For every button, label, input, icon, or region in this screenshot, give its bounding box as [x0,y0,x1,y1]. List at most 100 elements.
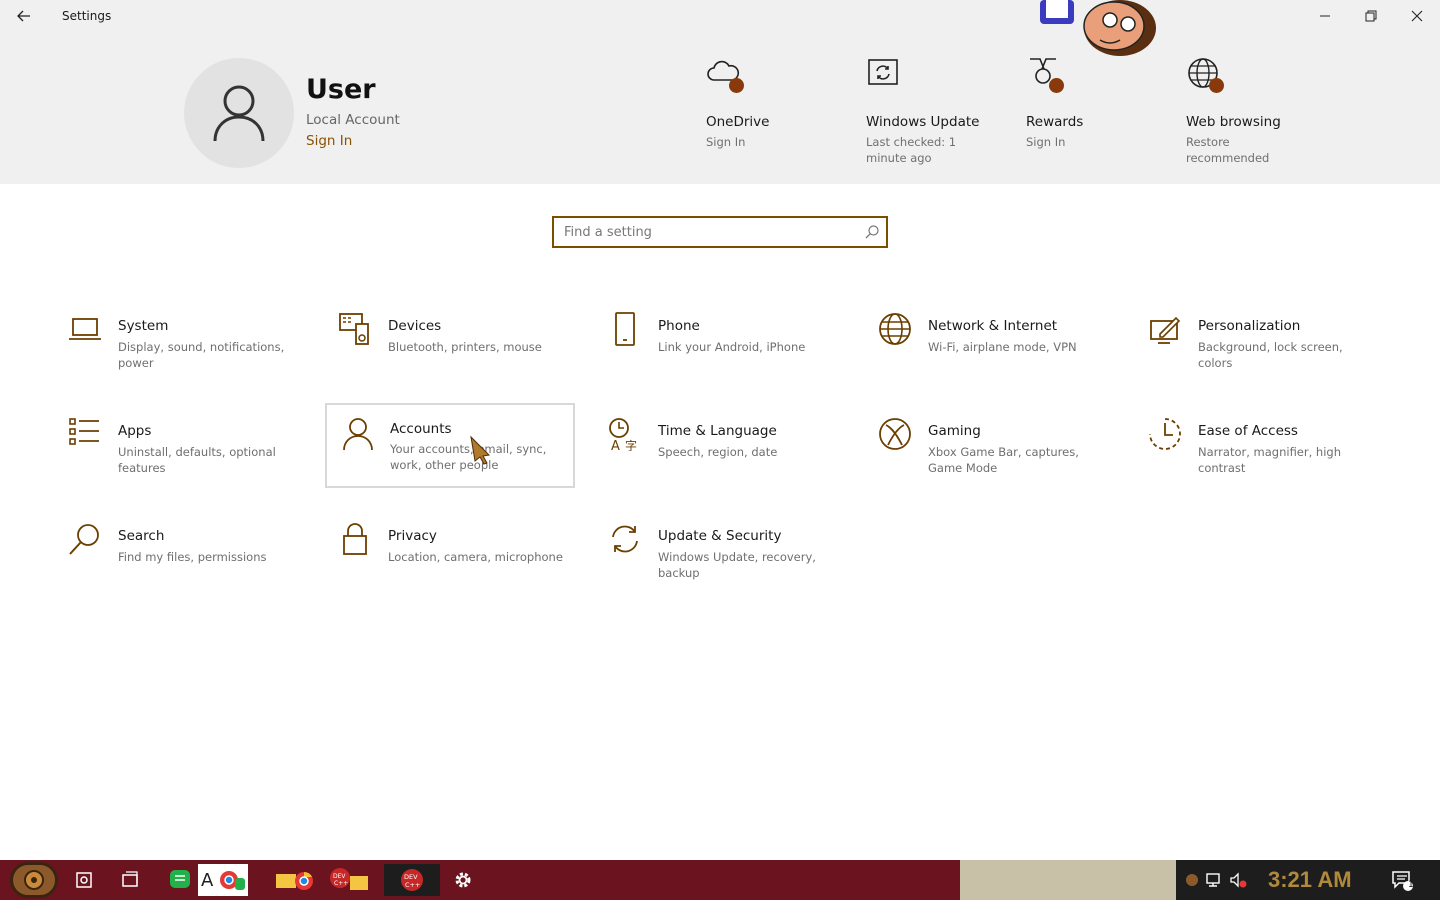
phone-icon [615,312,635,346]
lock-icon [343,523,367,555]
sync-icon [612,525,638,553]
gear-icon [455,872,471,888]
service-subtitle: Restore recommended [1186,135,1270,165]
search-input[interactable] [554,218,854,246]
status-dot [1049,78,1064,93]
category-description: Xbox Game Bar, captures, Game Mode [928,445,1079,475]
svg-text:A: A [201,870,214,891]
taskbar-app-devcpp-folder[interactable]: DEV C++ [328,864,372,896]
start-icon [24,870,44,890]
minimize-button[interactable] [1302,0,1348,32]
restore-button[interactable] [1348,0,1394,32]
avatar[interactable] [184,58,294,168]
service-title: Rewards [1026,114,1084,130]
taskbar-search-button[interactable] [68,864,100,896]
category-title: Personalization [1198,318,1301,334]
time-language-icon: A字 [609,418,637,451]
category-title: Devices [388,318,442,334]
network-icon [1206,873,1220,887]
back-button[interactable] [8,2,40,30]
account-header: User Local Account Sign In OneDrive Sign… [0,34,1440,184]
notification-center-button[interactable]: 1 [1386,864,1418,896]
xbox-icon [879,418,911,450]
service-subtitle: Sign In [1026,135,1066,149]
start-button[interactable] [10,862,58,898]
user-name: User [306,74,376,105]
apps-list-icon [69,418,99,445]
taskbar-wallpaper [960,860,1180,900]
restore-icon [1365,10,1377,22]
category-privacy[interactable]: Privacy Location, camera, microphone [338,522,588,606]
devices-icon [339,313,369,345]
category-title: Privacy [388,528,437,544]
category-gaming[interactable]: Gaming Xbox Game Bar, captures, Game Mod… [878,417,1128,501]
category-title: Time & Language [658,423,777,439]
search-icon [76,872,92,888]
mouse-cursor-icon [470,435,491,465]
close-button[interactable] [1394,0,1440,32]
folder-chrome-icon [276,872,313,890]
service-subtitle: Last checked: 1 minute ago [866,135,957,165]
window-title: Settings [62,9,112,23]
svg-text:C++: C++ [405,881,420,889]
svg-text:DEV: DEV [333,873,346,880]
category-description: Windows Update, recovery, backup [658,550,816,580]
service-title: Web browsing [1186,114,1281,130]
category-personalization[interactable]: Personalization Background, lock screen,… [1148,312,1398,396]
mascot-character-icon [1040,0,1156,56]
category-description: Location, camera, microphone [388,550,563,564]
tray-app-icon-glyph [1186,874,1198,886]
ease-of-access-icon [1149,418,1181,450]
category-description: Speech, region, date [658,445,778,459]
volume-button[interactable] [1226,864,1250,896]
category-accounts[interactable]: Accounts Your accounts, email, sync, wor… [325,403,575,488]
category-time-language[interactable]: A字 Time & Language Speech, region, date [608,417,858,501]
taskbar-app-settings[interactable] [447,864,479,896]
chat-app-icon [170,870,190,888]
service-onedrive[interactable]: OneDrive Sign In [706,56,856,150]
category-devices[interactable]: Devices Bluetooth, printers, mouse [338,312,588,396]
category-title: Search [118,528,165,544]
service-windows-update[interactable]: Windows Update Last checked: 1 minute ag… [866,56,1016,166]
taskbar-app-explorer-chrome[interactable] [274,864,318,896]
category-phone[interactable]: Phone Link your Android, iPhone [608,312,858,396]
sign-in-link[interactable]: Sign In [306,133,352,149]
category-network-internet[interactable]: Network & Internet Wi-Fi, airplane mode,… [878,312,1128,396]
brush-icon [1150,316,1181,344]
find-setting-search[interactable] [552,216,888,248]
category-description: Bluetooth, printers, mouse [388,340,542,354]
category-title: Phone [658,318,700,334]
account-type: Local Account [306,112,400,128]
category-description: Display, sound, notifications, power [118,340,285,370]
category-description: Wi-Fi, airplane mode, VPN [928,340,1077,354]
category-update-security[interactable]: Update & Security Windows Update, recove… [608,522,858,606]
service-web-browsing[interactable]: Web browsing Restore recommended [1186,56,1336,166]
service-title: Windows Update [866,114,980,130]
taskbar-app-devcpp[interactable]: DEV C++ [384,864,440,896]
category-description: Uninstall, defaults, optional features [118,445,276,475]
notification-badge: 1 [1408,880,1414,890]
category-title: Ease of Access [1198,423,1298,439]
category-system[interactable]: System Display, sound, notifications, po… [68,312,318,396]
close-icon [1411,10,1423,22]
category-description: Narrator, magnifier, high contrast [1198,445,1341,475]
category-apps[interactable]: Apps Uninstall, defaults, optional featu… [68,417,318,501]
minimize-icon [1320,15,1330,17]
category-description: Find my files, permissions [118,550,267,564]
taskbar: A DEV C++ DEV C++ 1 3:21 AM [0,860,1440,900]
taskbar-app-group-1[interactable]: A [198,864,248,896]
service-rewards[interactable]: Rewards Sign In [1026,56,1176,150]
search-icon[interactable] [864,224,880,240]
network-button[interactable] [1202,864,1226,896]
title-bar: Settings [0,0,1440,34]
category-search[interactable]: Search Find my files, permissions [68,522,318,606]
update-icon [868,59,898,85]
task-view-button[interactable] [114,864,146,896]
category-title: Apps [118,423,152,439]
taskbar-app-chat[interactable] [164,864,196,896]
taskbar-clock[interactable]: 3:21 AM [1268,867,1352,893]
category-ease-of-access[interactable]: Ease of Access Narrator, magnifier, high… [1148,417,1398,501]
devcpp-icon: DEVC++ [401,869,423,891]
svg-text:DEV: DEV [404,873,418,881]
tray-app-icon[interactable] [1180,864,1204,896]
